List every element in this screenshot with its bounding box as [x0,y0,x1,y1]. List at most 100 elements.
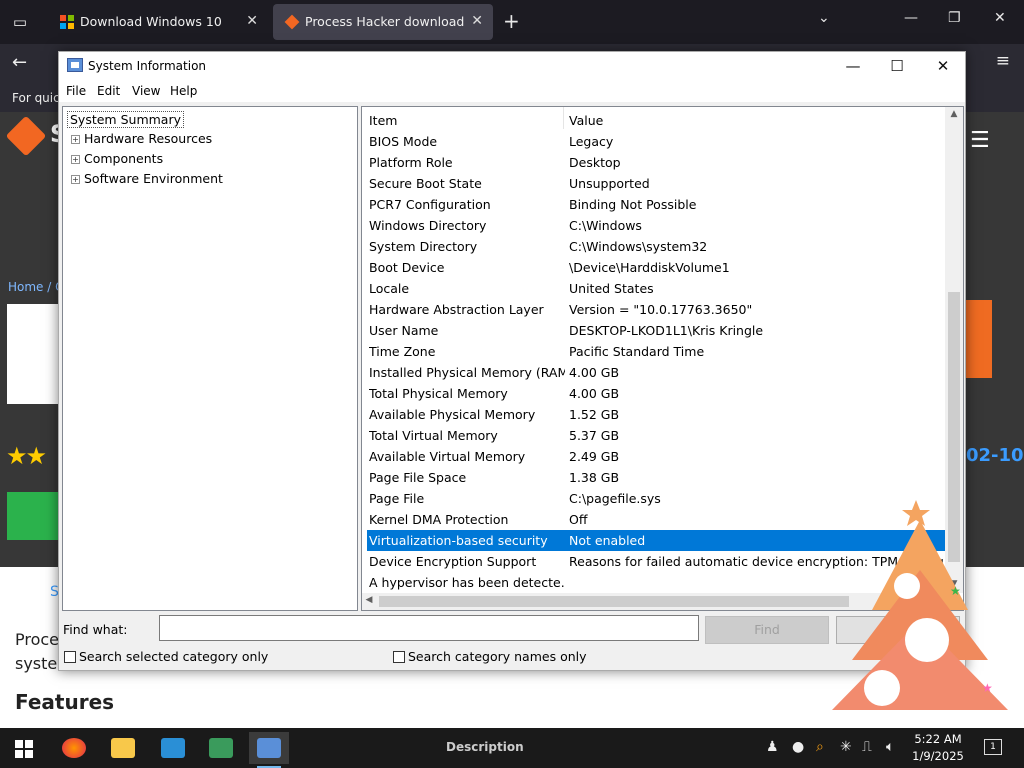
window-titlebar[interactable]: System Information — ☐ ✕ [59,52,965,80]
column-header-value[interactable]: Value [569,113,603,128]
row-value: 4.00 GB [569,386,620,401]
table-row[interactable]: User Name DESKTOP-LKOD1L1\Kris Kringle [367,320,945,341]
column-divider[interactable] [563,107,564,129]
tray-search-icon[interactable]: ⌕ [816,739,824,755]
table-row[interactable]: Total Virtual Memory 5.37 GB [367,425,945,446]
tree-node-software-environment[interactable]: + Software Environment [71,171,223,186]
close-browser-button[interactable]: ✕ [994,10,1006,26]
row-value: 4.00 GB [569,365,620,380]
back-arrow-icon[interactable]: ← [12,52,27,73]
system-information-icon [257,738,281,758]
table-row[interactable]: BIOS Mode Legacy [367,131,945,152]
table-row[interactable]: Available Virtual Memory 2.49 GB [367,446,945,467]
tab-title: Download Windows 10 [80,14,222,29]
maximize-button[interactable]: ☐ [885,55,909,77]
star-topper-icon [902,500,930,526]
download-button[interactable] [7,492,59,540]
menu-view[interactable]: View [132,84,160,98]
row-item: A hypervisor has been detecte... [369,575,565,590]
tray-burst-icon[interactable]: ✳ [840,739,852,755]
firefox-taskbar-button[interactable] [54,732,94,764]
scroll-left-arrow-icon[interactable]: ◀ [362,595,376,605]
ornament-star-icon: ★ [950,584,961,598]
tree-node-label: Hardware Resources [84,131,213,146]
column-header-item[interactable]: Item [369,113,397,128]
menu-file[interactable]: File [66,84,86,98]
version-fragment: 02-10 [966,445,1024,466]
horizontal-scroll-thumb[interactable] [379,596,849,607]
system-information-window: System Information — ☐ ✕ File Edit View … [58,51,966,671]
minimize-browser-button[interactable]: — [904,10,918,26]
site-menu-icon[interactable]: ☰ [970,128,990,153]
features-heading: Features [15,690,115,714]
table-row[interactable]: Page File Space 1.38 GB [367,467,945,488]
row-item: Page File Space [369,470,467,485]
row-item: Hardware Abstraction Layer [369,302,544,317]
clock-date: 1/9/2025 [912,749,964,763]
advertisement[interactable] [966,300,992,378]
close-tab-icon[interactable]: ✕ [471,13,483,29]
sysinternals-taskbar-button[interactable] [201,732,241,764]
menu-help[interactable]: Help [170,84,197,98]
start-button[interactable] [15,740,33,758]
expand-icon[interactable]: + [71,175,80,184]
new-tab-button[interactable]: + [503,9,520,33]
table-row[interactable]: Available Physical Memory 1.52 GB [367,404,945,425]
visual-studio-taskbar-button[interactable] [153,732,193,764]
tree-node-hardware-resources[interactable]: + Hardware Resources [71,131,212,146]
checkbox-box[interactable] [393,651,405,663]
close-button[interactable]: ✕ [931,55,955,77]
table-row[interactable]: Total Physical Memory 4.00 GB [367,383,945,404]
sourceforge-icon [284,14,300,30]
checkbox-box[interactable] [64,651,76,663]
browser-tab-process-hacker[interactable]: Process Hacker download | SourceForge ✕ [273,4,493,40]
find-button[interactable]: Find [705,616,829,644]
search-selected-category-checkbox[interactable]: Search selected category only [64,649,268,664]
close-tab-icon[interactable]: ✕ [246,13,258,29]
breadcrumb[interactable]: Home / O [8,280,65,294]
expand-icon[interactable]: + [71,135,80,144]
notification-center-icon[interactable]: 1 [984,739,1002,755]
row-item: Available Physical Memory [369,407,536,422]
menu-edit[interactable]: Edit [97,84,120,98]
table-row[interactable]: Hardware Abstraction Layer Version = "10.… [367,299,945,320]
system-information-taskbar-button[interactable] [249,732,289,768]
expand-icon[interactable]: + [71,155,80,164]
table-row[interactable]: Time Zone Pacific Standard Time [367,341,945,362]
table-row[interactable]: Platform Role Desktop [367,152,945,173]
sourceforge-logo-icon[interactable] [5,115,47,157]
network-icon[interactable]: ⎍ [862,739,872,755]
tree-node-label: Components [84,151,164,166]
file-explorer-taskbar-button[interactable] [103,732,143,764]
table-row[interactable]: Secure Boot State Unsupported [367,173,945,194]
clock[interactable]: 5:22 AM 1/9/2025 [908,731,968,765]
search-category-names-checkbox[interactable]: Search category names only [393,649,587,664]
tree-node-components[interactable]: + Components [71,151,163,166]
row-item: Kernel DMA Protection [369,512,509,527]
tray-drop-icon[interactable]: ● [792,739,804,755]
find-input[interactable] [159,615,699,641]
volume-icon[interactable]: 🔈︎ [886,739,894,755]
minimize-button[interactable]: — [841,55,865,77]
table-row[interactable]: Locale United States [367,278,945,299]
row-value: Version = "10.0.17763.3650" [569,302,753,317]
tree-node-system-summary[interactable]: System Summary [67,111,184,128]
window-title: System Information [88,59,207,73]
product-thumbnail [7,304,59,404]
row-item: Total Virtual Memory [369,428,498,443]
row-item: System Directory [369,239,478,254]
christmas-tree-decoration: ★ ★ [832,500,1008,710]
table-row[interactable]: System Directory C:\Windows\system32 [367,236,945,257]
restore-browser-button[interactable]: ❐ [948,10,961,26]
paragraph-line: syster [15,654,64,673]
table-row[interactable]: Boot Device \Device\HarddiskVolume1 [367,257,945,278]
browser-tab-download-windows[interactable]: Download Windows 10 ✕ [48,4,268,40]
table-row[interactable]: PCR7 Configuration Binding Not Possible [367,194,945,215]
table-row[interactable]: Windows Directory C:\Windows [367,215,945,236]
hamburger-menu-icon[interactable]: ≡ [996,51,1010,71]
scroll-up-arrow-icon[interactable]: ▲ [945,109,963,119]
tray-people-icon[interactable]: ♟ [766,739,779,755]
tab-manager-icon[interactable]: ▭ [8,10,32,34]
table-row[interactable]: Installed Physical Memory (RAM) 4.00 GB [367,362,945,383]
tab-list-chevron-icon[interactable]: ⌄ [818,10,830,26]
